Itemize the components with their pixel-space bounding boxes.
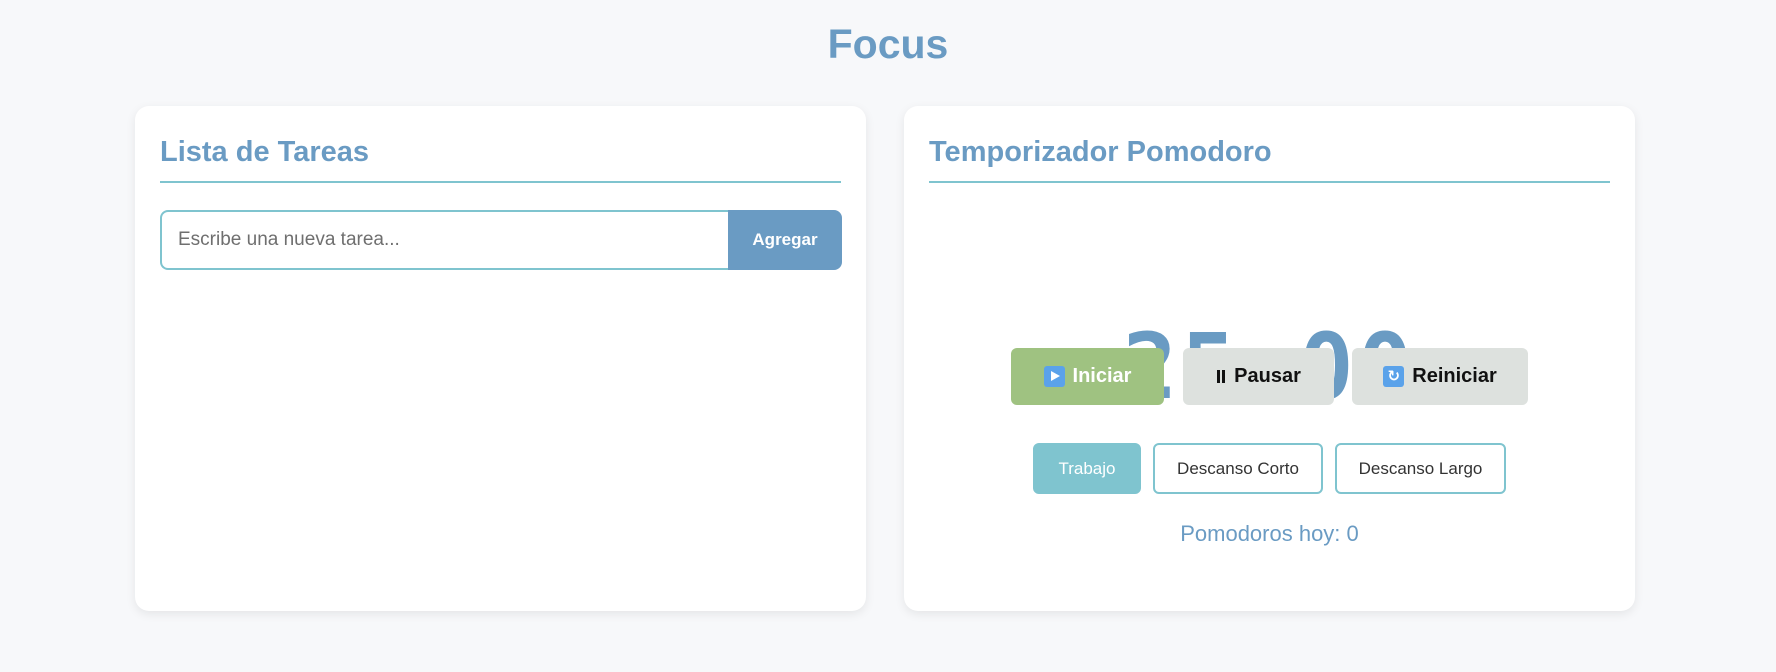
- start-button[interactable]: Iniciar: [1011, 348, 1164, 405]
- mode-long-break-button[interactable]: Descanso Largo: [1335, 443, 1506, 494]
- pomodoro-title: Temporizador Pomodoro: [929, 136, 1272, 168]
- reset-button[interactable]: ↻ Reiniciar: [1352, 348, 1528, 405]
- pomodoro-count: Pomodoros hoy: 0: [1180, 521, 1359, 546]
- task-list-divider: [160, 181, 841, 183]
- add-task-button[interactable]: Agregar: [728, 210, 842, 270]
- start-button-label: Iniciar: [1072, 365, 1132, 387]
- reset-button-label: Reiniciar: [1412, 365, 1497, 387]
- reset-icon: ↻: [1383, 366, 1405, 387]
- pomodoro-panel: Temporizador Pomodoro 25:00 Iniciar Paus…: [904, 106, 1635, 611]
- page-title: Focus: [827, 21, 949, 67]
- task-list-title: Lista de Tareas: [160, 136, 370, 168]
- task-list-panel: Lista de Tareas Agregar: [135, 106, 866, 611]
- pause-button[interactable]: Pausar: [1183, 348, 1334, 405]
- mode-work-button[interactable]: Trabajo: [1033, 443, 1141, 494]
- mode-short-break-button[interactable]: Descanso Corto: [1153, 443, 1323, 494]
- new-task-input[interactable]: [160, 210, 730, 270]
- pause-icon: [1216, 369, 1226, 384]
- pomodoro-divider: [929, 181, 1610, 183]
- task-list: [160, 290, 842, 570]
- pause-button-label: Pausar: [1234, 365, 1301, 387]
- play-icon: [1043, 366, 1065, 387]
